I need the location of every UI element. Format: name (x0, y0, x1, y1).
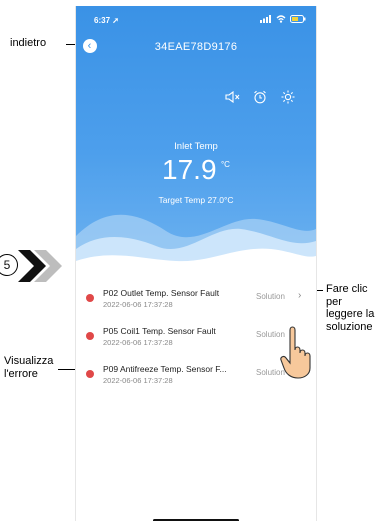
signal-icon (260, 15, 271, 23)
mute-icon (225, 91, 240, 103)
inlet-temp-value: 17.9 °C (76, 154, 316, 186)
inlet-temp-number: 17.9 (162, 154, 217, 185)
phone-screen: 6:37 ➚ ‹ 34EAE78D9176 Inlet Temp 17.9 °C… (75, 6, 317, 521)
chevron-right-icon: › (298, 290, 302, 301)
annotation-tap-solution: Fare clic per leggere la soluzione (326, 283, 375, 333)
error-title: P02 Outlet Temp. Sensor Fault (103, 288, 220, 298)
annotation-back: indietro (10, 37, 47, 49)
error-time: 2022-06-06 17:37:28 (103, 338, 173, 347)
solution-link[interactable]: Solution (256, 292, 285, 301)
error-time: 2022-06-06 17:37:28 (103, 300, 173, 309)
step-number: 5 (3, 258, 11, 272)
brightness-button[interactable] (279, 88, 297, 106)
alarm-button[interactable] (251, 88, 269, 106)
error-title: P05 Coil1 Temp. Sensor Fault (103, 326, 216, 336)
inlet-temp-unit: °C (220, 160, 230, 169)
status-time: 6:37 ➚ (94, 16, 119, 25)
error-time: 2022-06-06 17:37:28 (103, 376, 173, 385)
brightness-icon (281, 90, 295, 104)
alarm-icon (254, 90, 266, 104)
wave-decoration (76, 214, 316, 281)
error-row[interactable]: P02 Outlet Temp. Sensor Fault 2022-06-06… (76, 284, 316, 324)
battery-icon (290, 15, 306, 23)
hand-pointer-icon (280, 326, 311, 379)
double-chevron-icon (18, 250, 62, 282)
error-dot-icon (86, 370, 94, 378)
home-indicator[interactable] (153, 519, 239, 521)
device-title: 34EAE78D9176 (154, 41, 238, 53)
mute-button[interactable] (224, 89, 242, 105)
annotation-view-error: Visualizza l'errore (4, 355, 54, 380)
wifi-icon (276, 15, 286, 23)
error-title: P09 Antifreeze Temp. Sensor F... (103, 364, 227, 374)
location-icon: ➚ (110, 16, 119, 25)
error-dot-icon (86, 332, 94, 340)
error-dot-icon (86, 294, 94, 302)
inlet-temp-label: Inlet Temp (174, 141, 218, 152)
status-icons (260, 15, 306, 23)
status-time-text: 6:37 (94, 16, 111, 25)
